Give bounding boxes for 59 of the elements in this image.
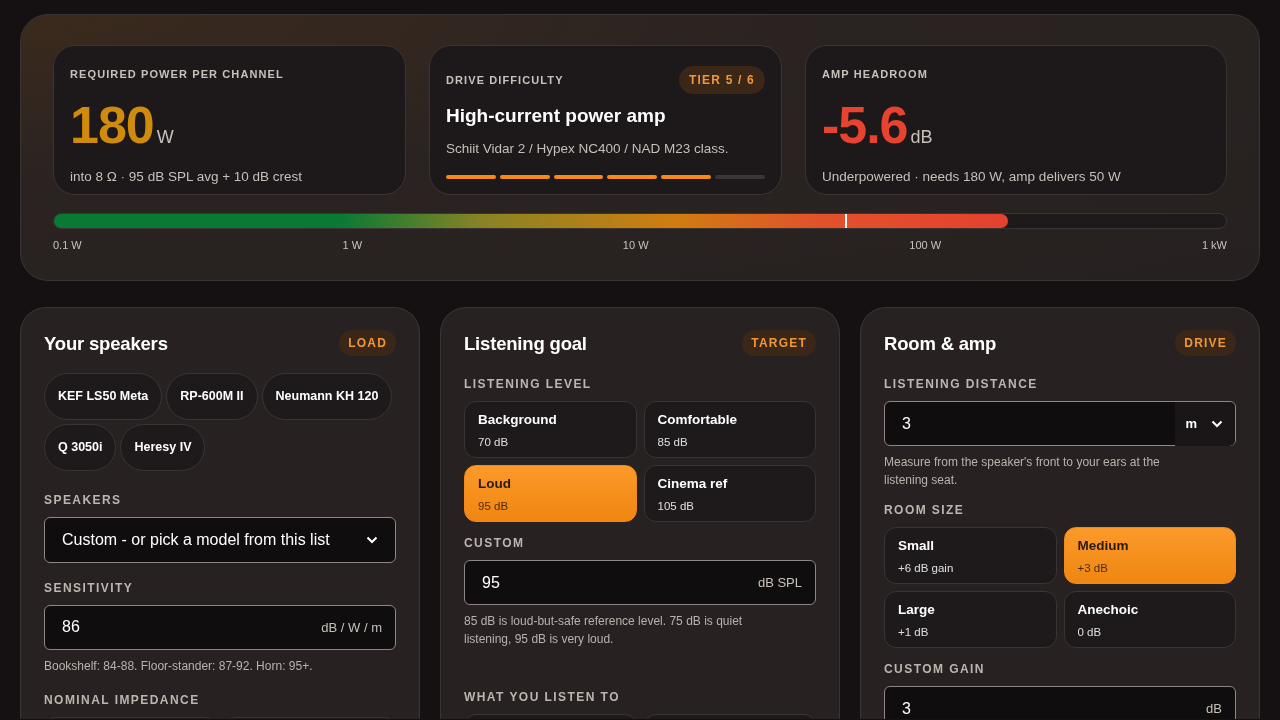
panel-tag: DRIVE: [1175, 330, 1236, 357]
section-label: WHAT YOU LISTEN TO: [464, 689, 621, 707]
panel-tag: TARGET: [742, 330, 816, 357]
unit-label: dB SPL: [757, 574, 802, 592]
preset-chip[interactable]: RP-600M II: [166, 373, 258, 420]
tick-label: 10 W: [622, 238, 649, 253]
stat-note: into 8 Ω · 95 dB SPL avg + 10 dB crest: [70, 167, 304, 186]
panel-tag: LOAD: [339, 330, 396, 357]
chevron-down-icon: [366, 535, 378, 544]
unit-label: dB / W / m: [321, 618, 382, 637]
option-tile[interactable]: Loud 95 dB: [464, 465, 637, 523]
headroom-value: -5.6: [822, 98, 908, 151]
option-tile[interactable]: Background 70 dB: [464, 401, 637, 459]
tick-label: 100 W: [909, 238, 942, 253]
section-label: CUSTOM GAIN: [884, 661, 986, 679]
panel-title: Listening goal: [464, 331, 587, 356]
panel-title: Room & amp: [884, 331, 997, 356]
tier-title: High-current power amp: [446, 104, 667, 128]
preset-chip[interactable]: Neumann KH 120: [261, 373, 393, 420]
section-label: NOMINAL IMPEDANCE: [44, 691, 201, 709]
panel-title: Your speakers: [44, 331, 168, 356]
option-tile[interactable]: Cinema ref 105 dB: [643, 465, 816, 523]
hint-text: Bookshelf: 84-88. Floor-stander: 87-92. Horn: 95+.: [44, 657, 314, 675]
stat-note: Underpowered · needs 180 W, amp delivers 50 W: [822, 167, 1122, 186]
preset-chip[interactable]: Q 3050i: [44, 424, 117, 471]
tick-label: 1 kW: [1201, 238, 1227, 253]
tick-label: 0.1 W: [53, 238, 82, 253]
section-label: ROOM SIZE: [884, 502, 966, 520]
section-label: LISTENING DISTANCE: [884, 376, 1039, 394]
tier-examples: Schiit Vidar 2 / Hypex NC400 / NAD M23 class.: [446, 139, 730, 158]
preset-chip[interactable]: Heresy IV: [120, 424, 206, 471]
preset-chip[interactable]: KEF LS50 Meta: [44, 373, 163, 420]
section-label: SPEAKERS: [44, 491, 123, 509]
option-tile[interactable]: Small +6 dB gain: [884, 527, 1057, 585]
unit-label: dB: [910, 125, 933, 149]
section-label: SENSITIVITY: [44, 579, 135, 597]
stat-label: REQUIRED POWER PER CHANNEL: [70, 67, 285, 82]
input-field[interactable]: 3 m: [884, 401, 1236, 447]
option-tile[interactable]: Medium +3 dB: [1063, 527, 1236, 585]
stat-label: AMP HEADROOM: [822, 67, 929, 82]
input-field[interactable]: 3 dB: [884, 686, 1236, 719]
section-label: CUSTOM: [464, 535, 526, 553]
option-tile[interactable]: Large +1 dB: [884, 591, 1057, 649]
input-field[interactable]: 95 dB SPL: [464, 560, 816, 606]
unit-select[interactable]: m: [1175, 401, 1235, 446]
chevron-down-icon: [1211, 419, 1223, 428]
unit-label: dB: [1206, 700, 1222, 718]
power-value: 180: [70, 98, 154, 151]
option-tile[interactable]: Comfortable 85 dB: [643, 401, 816, 459]
section-label: LISTENING LEVEL: [464, 376, 593, 394]
hint-text: 85 dB is loud-but-safe reference level. 75 dB is quiet listening, 95 dB is very loud.: [464, 613, 744, 649]
input-field[interactable]: 86 dB / W / m: [44, 604, 396, 650]
hint-text: Measure from the speaker's front to your ears at the listening seat.: [884, 454, 1161, 490]
tier-badge: TIER 5 / 6: [678, 66, 765, 94]
option-tile[interactable]: Anechoic 0 dB: [1063, 591, 1236, 649]
unit-label: W: [156, 125, 174, 149]
stat-label: DRIVE DIFFICULTY: [446, 72, 564, 88]
tick-label: 1 W: [342, 238, 363, 253]
speaker-select[interactable]: Custom - or pick a model from this list: [44, 516, 396, 563]
